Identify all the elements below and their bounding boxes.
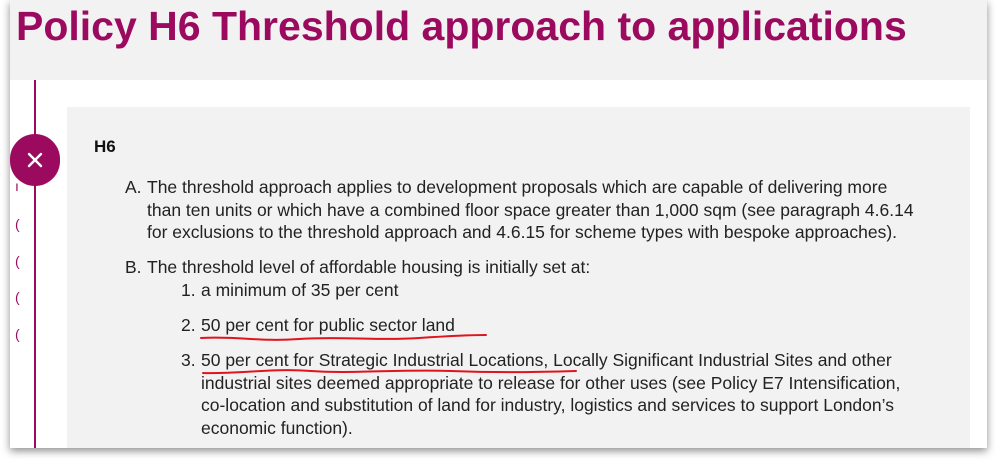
policy-frame: Policy H6 Threshold approach to applicat… (10, 0, 987, 448)
close-button[interactable] (10, 134, 60, 186)
side-mark: ( (15, 253, 20, 269)
policy-code: H6 (94, 137, 116, 156)
title-band: Policy H6 Threshold approach to applicat… (10, 0, 987, 80)
side-mark: ( (15, 289, 20, 305)
sub-item-3-line-1: 50 per cent for Strategic Industrial Loc… (201, 349, 900, 372)
close-icon (27, 152, 43, 168)
list-marker: A. (125, 177, 142, 197)
list-marker: 1. (181, 280, 196, 300)
annotated-text: 50 per cent for Strategic Industrial Loc… (201, 350, 549, 370)
sub-item-1-line-1: a minimum of 35 per cent (201, 280, 399, 300)
sub-item-3-line-1-rest: Locally Significant Industrial Sites and… (548, 350, 892, 370)
item-a-line-2: than ten units or which have a combined … (147, 199, 914, 220)
sub-item-3-line-3: co-location and substitution of land for… (201, 395, 894, 415)
policy-panel: H6 A. The threshold approach applies to … (67, 107, 970, 448)
sub-item-3-line-2: industrial sites deemed appropriate to r… (201, 372, 901, 393)
list-marker: 2. (181, 315, 196, 335)
sub-item-3-line-4: economic function). (201, 417, 353, 438)
item-b-line-1: The threshold level of affordable housin… (147, 257, 591, 277)
side-mark: ( (15, 216, 20, 232)
list-marker: 3. (181, 350, 196, 370)
item-a-line-3: for exclusions to the threshold approach… (147, 222, 898, 242)
side-mark: ( (15, 326, 20, 342)
sub-item-2-line-1: 50 per cent for public sector land (201, 315, 455, 335)
page-title: Policy H6 Threshold approach to applicat… (16, 3, 907, 49)
list-marker: B. (125, 257, 142, 277)
item-a-line-1: The threshold approach applies to develo… (147, 177, 888, 197)
